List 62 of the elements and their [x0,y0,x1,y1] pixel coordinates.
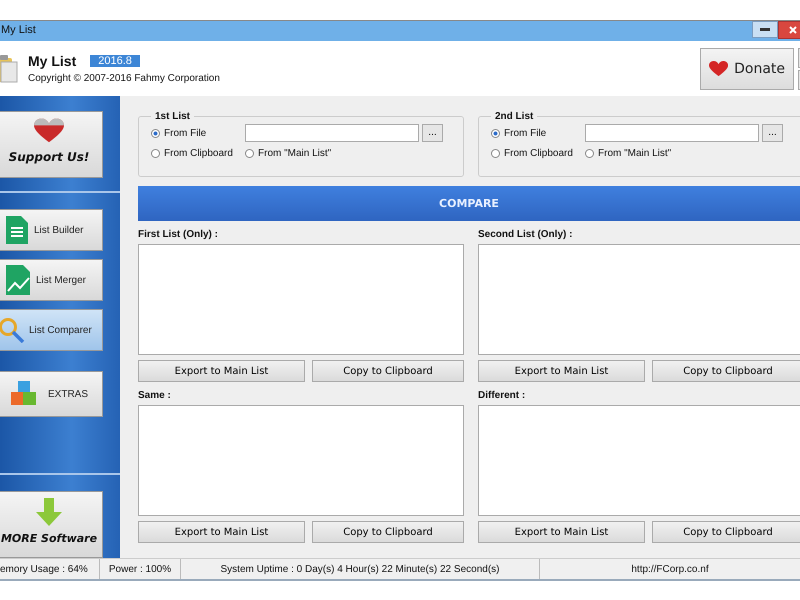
radio-button[interactable] [245,149,254,158]
clipboard-icon [0,54,18,84]
action-button[interactable]: Copy to Clipboard [312,521,464,543]
chart-icon [6,265,30,295]
radio-button[interactable] [491,128,500,138]
browse-button[interactable]: ... [762,124,783,142]
donate-button[interactable]: Donate [700,48,794,90]
action-button[interactable]: Export to Main List [138,521,305,543]
more-software-button[interactable]: MORE Software [0,491,103,558]
radio-option[interactable]: From File [151,124,245,142]
action-button[interactable]: Export to Main List [478,521,645,543]
radio-button[interactable] [491,149,500,158]
radio-option[interactable]: From Clipboard [491,148,585,159]
group-title: 1st List [154,111,192,122]
down-arrow-icon [36,498,62,526]
action-button[interactable]: Copy to Clipboard [652,521,800,543]
heart-icon [709,58,728,78]
radio-option[interactable]: From "Main List" [585,148,793,159]
status-field: System Uptime : 0 Day(s) 4 Hour(s) 22 Minute(s) 22 Second(s) [181,559,540,579]
file-path-field[interactable] [585,124,759,142]
sidebar-item[interactable]: List Comparer [0,309,103,351]
list-box[interactable] [478,405,800,516]
support-button[interactable]: Support Us! [0,111,103,178]
radio-option[interactable]: From "Main List" [245,148,453,159]
window-title: My List [1,24,36,36]
sidebar-item[interactable]: List Merger [0,259,103,301]
file-path-field[interactable] [245,124,419,142]
sidebar-item[interactable]: EXTRAS [0,371,103,417]
document-icon [6,216,28,244]
radio-option[interactable]: From Clipboard [151,148,245,159]
minimize-button[interactable] [752,21,778,38]
app-name: My List [28,53,76,69]
group-title: 2nd List [494,111,534,122]
list-box[interactable] [478,244,800,355]
cubes-icon [10,380,38,408]
status-field: Power : 100% [100,559,181,579]
list-box[interactable] [138,405,464,516]
status-field: emory Usage : 64% [0,559,100,579]
action-button[interactable]: Export to Main List [138,360,305,382]
version-badge: 2016.8 [90,55,140,67]
minimize-icon [760,28,770,32]
list-title: Same : [138,390,172,403]
action-button[interactable]: Copy to Clipboard [312,360,464,382]
sidebar-item[interactable]: List Builder [0,209,103,251]
action-button[interactable]: Export to Main List [478,360,645,382]
heart-icon [34,118,64,144]
radio-button[interactable] [151,128,160,138]
radio-option[interactable]: From File [491,124,585,142]
close-icon [789,26,797,34]
list-title: First List (Only) : [138,229,219,242]
radio-button[interactable] [151,149,160,158]
close-button[interactable] [778,21,800,39]
list-title: Different : [478,390,526,403]
list-title: Second List (Only) : [478,229,574,242]
list-box[interactable] [138,244,464,355]
radio-button[interactable] [585,149,594,158]
status-field: http://FCorp.co.nf [540,559,800,579]
search-icon [0,317,26,343]
compare-button[interactable]: COMPARE [138,186,800,221]
action-button[interactable]: Copy to Clipboard [652,360,800,382]
browse-button[interactable]: ... [422,124,443,142]
copyright-text: Copyright © 2007-2016 Fahmy Corporation [28,73,220,84]
